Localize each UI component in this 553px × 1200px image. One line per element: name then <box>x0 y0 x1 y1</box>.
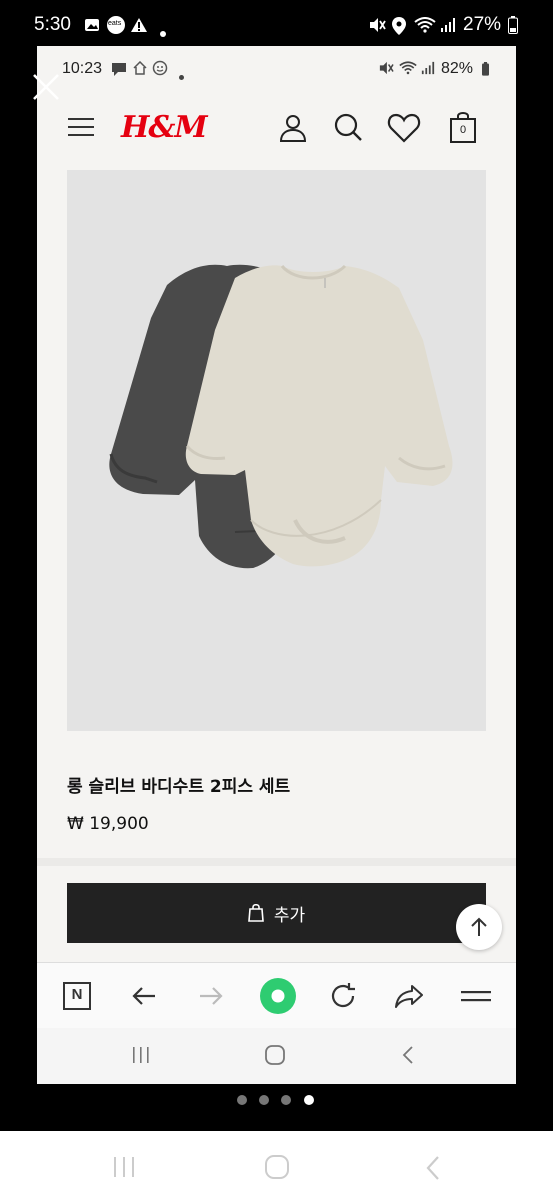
bag-icon <box>247 904 264 922</box>
reload-icon[interactable] <box>327 980 359 1012</box>
chat-icon <box>110 61 128 81</box>
home-green-icon[interactable] <box>259 977 297 1015</box>
page-dot[interactable] <box>281 1095 291 1105</box>
add-to-cart-button[interactable]: 추가 <box>67 883 486 943</box>
image-icon <box>84 17 100 37</box>
recent-apps-icon[interactable] <box>112 1156 136 1182</box>
scroll-to-top-button[interactable] <box>456 904 502 950</box>
inner-clock: 10:23 <box>62 60 103 77</box>
battery-icon <box>508 16 518 38</box>
mute-icon <box>378 61 394 79</box>
add-to-cart-label: 추가 <box>273 905 306 926</box>
search-icon[interactable] <box>333 112 365 148</box>
outer-clock: 5:30 <box>34 14 71 35</box>
site-header: H&M 0 <box>37 102 516 162</box>
share-icon[interactable] <box>393 980 425 1012</box>
back-nav-icon[interactable] <box>424 1155 442 1185</box>
outer-status-bar: 5:30 eats 27% <box>0 0 553 48</box>
battery-icon <box>481 62 490 80</box>
location-icon <box>392 17 406 39</box>
inner-nav-bar <box>37 1028 516 1084</box>
wifi-icon <box>399 61 417 79</box>
dot-icon <box>179 66 184 84</box>
naver-icon[interactable]: N <box>61 980 93 1012</box>
home-button-icon[interactable] <box>264 1155 290 1183</box>
dot-icon <box>160 22 166 41</box>
wishlist-icon[interactable] <box>387 112 421 148</box>
bodysuit-illustration <box>109 264 453 569</box>
menu-icon[interactable] <box>460 980 492 1012</box>
section-divider <box>37 858 516 866</box>
forward-icon[interactable] <box>195 980 227 1012</box>
wifi-icon <box>414 17 436 37</box>
arrow-up-icon <box>471 917 487 936</box>
cart-icon[interactable]: 0 <box>449 110 477 144</box>
outer-battery-percent: 27% <box>463 14 502 35</box>
inner-screenshot: 10:23 82% H&M 0 롱 슬리브 바디수트 2피스 세트 ₩ 19,9… <box>37 46 516 1084</box>
warning-icon <box>130 17 148 37</box>
inner-battery-percent: 82% <box>441 60 474 77</box>
product-price: ₩ 19,900 <box>67 814 149 834</box>
page-dot[interactable] <box>237 1095 247 1105</box>
eats-app-icon: eats <box>106 15 126 39</box>
home-icon <box>133 60 147 79</box>
signal-icon <box>440 17 456 37</box>
account-icon[interactable] <box>277 112 309 148</box>
browser-toolbar: N <box>37 962 516 1029</box>
product-title: 롱 슬리브 바디수트 2피스 세트 <box>67 777 291 797</box>
close-icon[interactable] <box>31 72 61 102</box>
mute-icon <box>368 17 386 37</box>
page-dot-active[interactable] <box>304 1095 314 1105</box>
recent-apps-icon[interactable] <box>131 1046 151 1068</box>
hm-logo[interactable]: H&M <box>121 110 208 145</box>
cart-count: 0 <box>459 124 467 136</box>
product-image[interactable] <box>67 170 486 731</box>
eats-label: eats <box>108 20 122 27</box>
page-indicator <box>230 1095 330 1109</box>
naver-label: N <box>71 986 83 1003</box>
back-nav-icon[interactable] <box>401 1045 415 1069</box>
outer-nav-bar <box>0 1131 553 1200</box>
signal-icon <box>421 61 435 79</box>
face-icon <box>152 60 168 80</box>
menu-icon[interactable] <box>68 116 96 142</box>
inner-status-bar: 10:23 82% <box>37 46 516 92</box>
back-icon[interactable] <box>128 980 160 1012</box>
page-dot[interactable] <box>259 1095 269 1105</box>
home-button-icon[interactable] <box>264 1045 286 1069</box>
